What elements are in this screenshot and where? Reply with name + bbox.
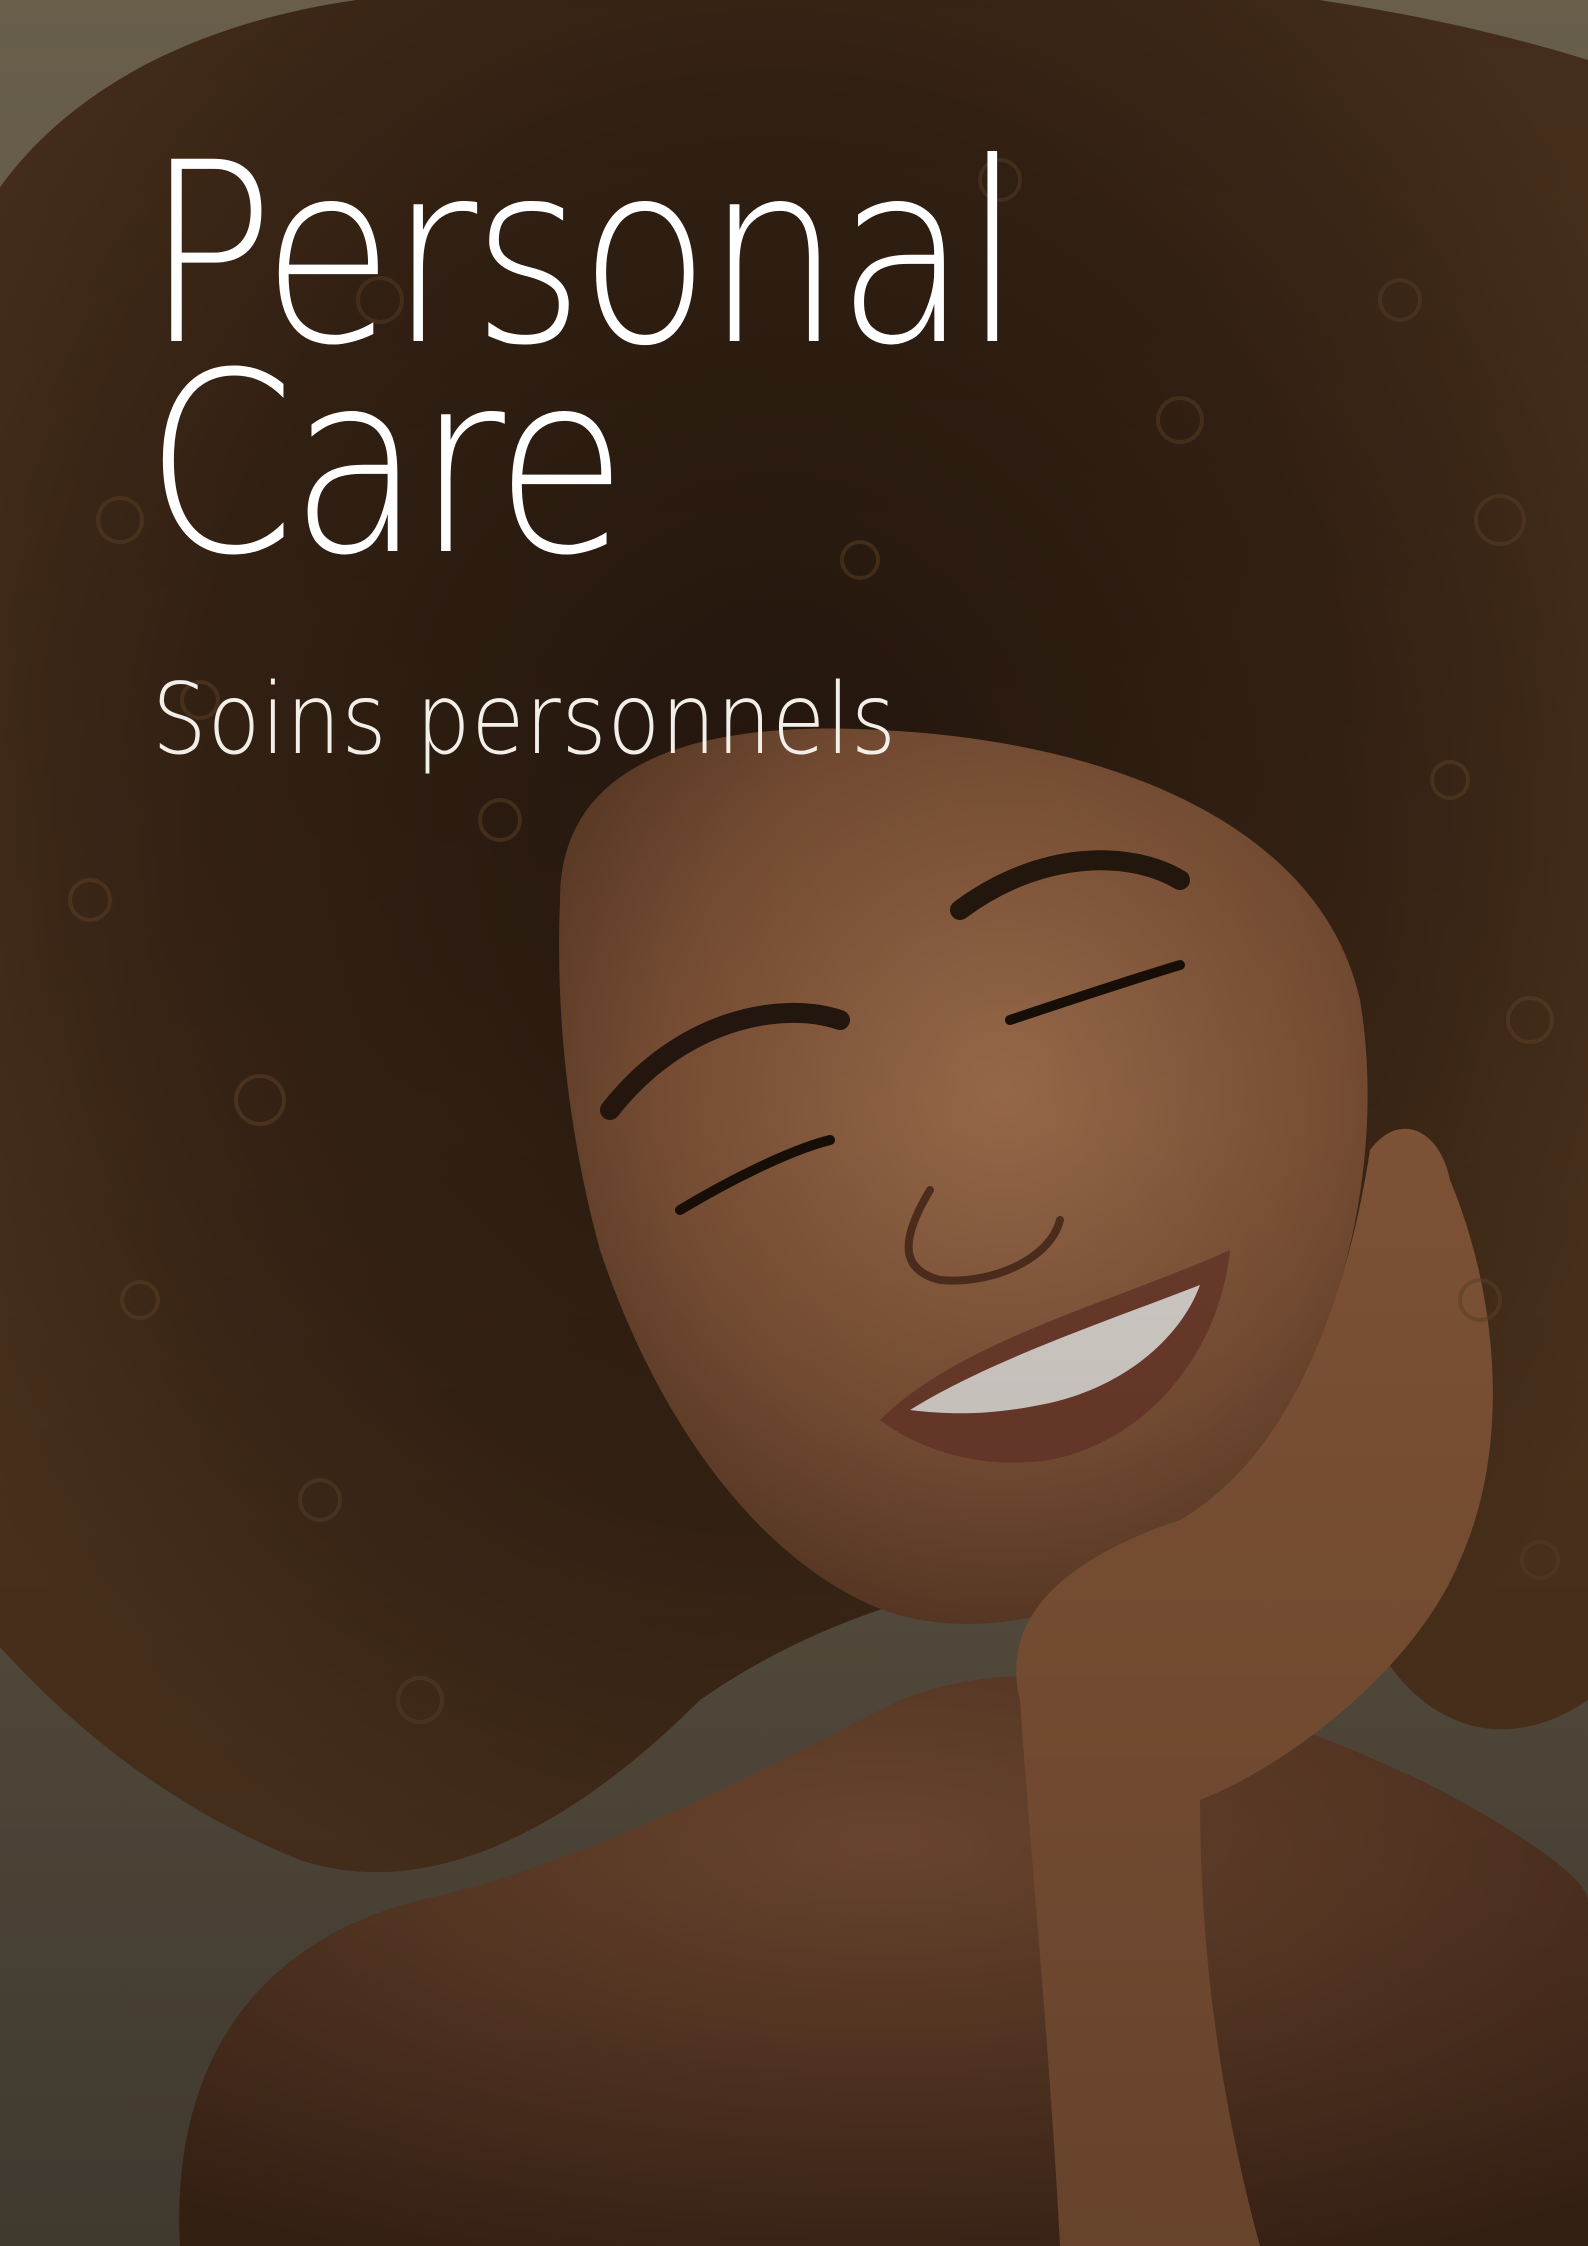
cover-subtitle: Soins personnels xyxy=(152,663,897,777)
cover-page: Personal Care Soins personnels xyxy=(0,0,1588,2246)
title-line-care: Care xyxy=(145,319,627,610)
cover-title: Personal Care xyxy=(145,130,1160,610)
